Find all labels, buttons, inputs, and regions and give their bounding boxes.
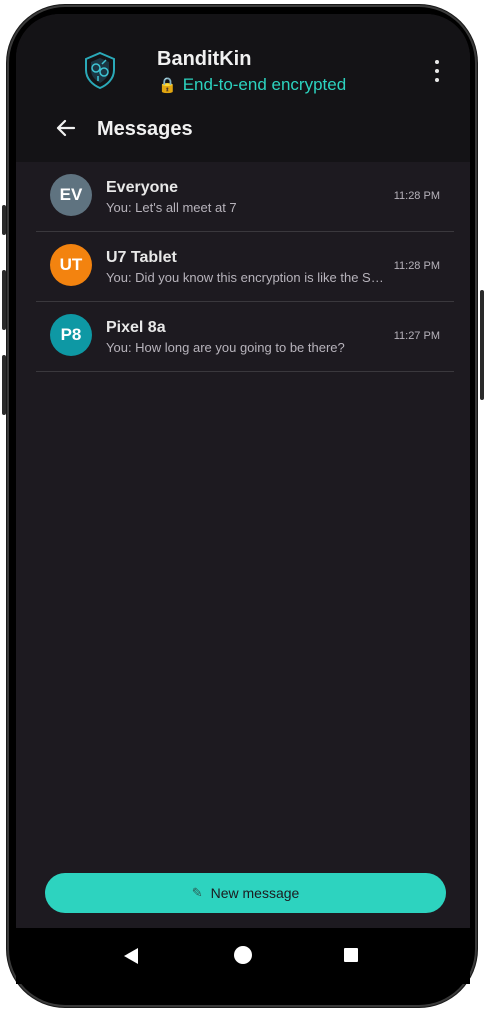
encryption-status: 🔒 End-to-end encrypted (158, 75, 346, 95)
nav-recents-icon[interactable] (344, 948, 358, 962)
conversation-name: Everyone (106, 179, 179, 196)
app-title: BanditKin (157, 48, 252, 70)
encryption-status-text: End-to-end encrypted (182, 75, 347, 94)
conversation-list: EV Everyone You: Let's all meet at 7 11:… (36, 162, 454, 372)
new-message-label: New message (210, 885, 300, 901)
arrow-back-icon[interactable] (54, 117, 76, 139)
avatar: UT (50, 244, 92, 286)
conversation-time: 11:28 PM (393, 260, 440, 272)
nav-back-icon[interactable] (124, 948, 138, 964)
power-button (480, 290, 484, 400)
avatar: P8 (50, 314, 92, 356)
avatar: EV (50, 174, 92, 216)
conversation-row[interactable]: EV Everyone You: Let's all meet at 7 11:… (36, 162, 454, 232)
nav-home-icon[interactable] (234, 946, 252, 964)
conversation-row[interactable]: UT U7 Tablet You: Did you know this encr… (36, 232, 454, 302)
side-button (2, 205, 6, 235)
conversation-preview: You: Did you know this encryption is lik… (106, 270, 384, 285)
kebab-menu-icon[interactable] (430, 60, 444, 82)
page-title: Messages (97, 118, 193, 140)
app-header: BanditKin 🔒 End-to-end encrypted Message… (16, 14, 470, 162)
conversation-time: 11:27 PM (393, 330, 440, 342)
conversation-row[interactable]: P8 Pixel 8a You: How long are you going … (36, 302, 454, 372)
conversation-preview: You: How long are you going to be there? (106, 340, 345, 355)
conversation-name: U7 Tablet (106, 249, 177, 266)
conversation-preview: You: Let's all meet at 7 (106, 200, 237, 215)
conversation-name: Pixel 8a (106, 319, 166, 336)
app-screen: BanditKin 🔒 End-to-end encrypted Message… (16, 14, 470, 928)
volume-up-button (2, 270, 6, 330)
shield-logo-icon (85, 51, 115, 90)
conversation-time: 11:28 PM (393, 190, 440, 202)
new-message-button[interactable]: ✎ New message (45, 873, 446, 913)
system-navbar (16, 928, 470, 984)
pencil-icon: ✎ (191, 885, 203, 900)
lock-icon: 🔒 (158, 77, 177, 94)
volume-down-button (2, 355, 6, 415)
